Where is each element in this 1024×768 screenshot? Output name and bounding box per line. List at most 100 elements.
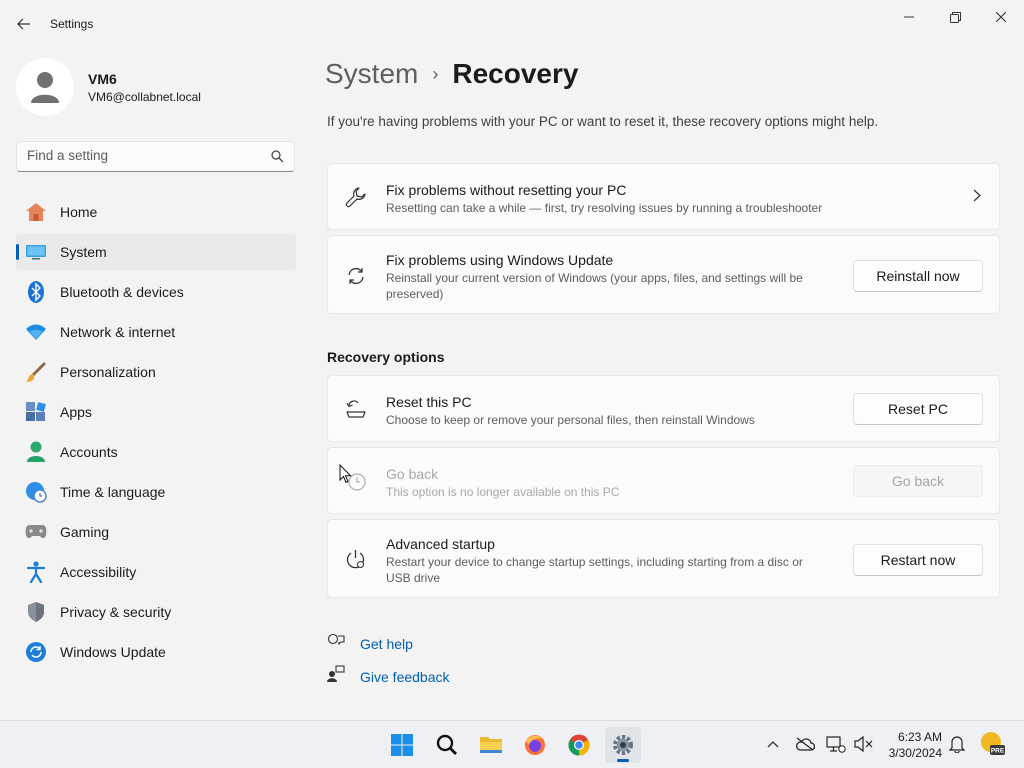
wrench-icon <box>344 185 368 209</box>
close-icon <box>996 12 1006 22</box>
give-feedback-link[interactable]: Give feedback <box>327 665 450 688</box>
apps-icon <box>25 401 47 423</box>
accessibility-icon <box>25 561 47 583</box>
insider-badge-icon[interactable]: PRE <box>980 731 1006 757</box>
volume-muted-icon[interactable] <box>853 733 875 755</box>
back-button[interactable] <box>10 10 38 38</box>
active-app-indicator <box>617 759 629 762</box>
bluetooth-icon <box>25 281 47 303</box>
accounts-icon <box>25 441 47 463</box>
onedrive-icon[interactable] <box>794 733 816 755</box>
firefox-button[interactable] <box>517 727 553 763</box>
minimize-icon <box>904 16 914 18</box>
notification-bell-icon[interactable] <box>946 733 968 755</box>
restore-button[interactable] <box>932 4 978 30</box>
chrome-icon <box>568 734 590 756</box>
file-explorer-button[interactable] <box>473 727 509 763</box>
folder-icon <box>480 737 502 753</box>
sidebar-item-personalization[interactable]: Personalization <box>16 354 296 390</box>
section-heading: Recovery options <box>327 349 445 365</box>
sidebar-item-gaming[interactable]: Gaming <box>16 514 296 550</box>
taskbar-search-button[interactable] <box>429 727 465 763</box>
card-title: Fix problems using Windows Update <box>386 252 614 268</box>
get-help-link[interactable]: Get help <box>327 632 413 655</box>
brush-icon <box>25 361 47 383</box>
sidebar-item-time-language[interactable]: Time & language <box>16 474 296 510</box>
go-back-button: Go back <box>853 465 983 497</box>
user-name: VM6 <box>88 70 117 87</box>
globe-clock-icon <box>25 481 47 503</box>
sync-icon <box>344 264 368 288</box>
user-profile[interactable]: VM6 VM6@collabnet.local <box>16 58 201 116</box>
clock-date: 3/30/2024 <box>888 746 942 760</box>
search-icon <box>436 734 457 755</box>
minimize-button[interactable] <box>886 4 932 30</box>
search-icon[interactable] <box>271 150 284 168</box>
user-icon <box>31 72 59 103</box>
windows-logo-icon <box>391 734 413 756</box>
close-button[interactable] <box>978 4 1024 30</box>
reinstall-now-button[interactable]: Reinstall now <box>853 260 983 292</box>
sidebar-item-system[interactable]: System <box>16 234 296 270</box>
chevron-right-icon <box>973 189 981 207</box>
start-button[interactable] <box>384 727 420 763</box>
reset-pc-card: Reset this PC Choose to keep or remove y… <box>327 375 1000 442</box>
wifi-icon <box>25 321 47 343</box>
update-icon <box>25 641 47 663</box>
chevron-up-icon[interactable] <box>762 733 784 755</box>
card-title: Go back <box>386 466 439 482</box>
title-bar: Settings <box>0 0 1024 48</box>
reset-pc-button[interactable]: Reset PC <box>853 393 983 425</box>
search-input[interactable] <box>27 148 267 163</box>
restore-icon <box>949 11 961 23</box>
system-clock[interactable]: 6:23 AM 3/30/2024 <box>880 729 942 761</box>
sidebar-item-network[interactable]: Network & internet <box>16 314 296 350</box>
firefox-icon <box>525 735 545 755</box>
shield-icon <box>25 601 47 623</box>
search-box[interactable] <box>16 141 295 172</box>
page-title: Recovery <box>452 58 579 89</box>
avatar <box>16 58 74 116</box>
sidebar-item-windows-update[interactable]: Windows Update <box>16 634 296 670</box>
back-arrow-icon <box>17 18 30 30</box>
sidebar-item-accounts[interactable]: Accounts <box>16 434 296 470</box>
help-icon <box>327 632 345 655</box>
card-description: Reinstall your current version of Window… <box>386 271 803 301</box>
page-description: If you're having problems with your PC o… <box>327 114 879 129</box>
clock-time: 6:23 AM <box>897 730 942 744</box>
chrome-button[interactable] <box>561 727 597 763</box>
sidebar-nav: Home System Bluetooth & devices Network … <box>16 194 296 674</box>
breadcrumb: System › Recovery <box>325 58 578 90</box>
sidebar-item-home[interactable]: Home <box>16 194 296 230</box>
go-back-card: Go back This option is no longer availab… <box>327 447 1000 514</box>
network-icon[interactable] <box>825 733 847 755</box>
system-icon <box>25 241 47 263</box>
sidebar-item-bluetooth[interactable]: Bluetooth & devices <box>16 274 296 310</box>
gear-icon <box>613 735 633 755</box>
advanced-startup-card: Advanced startup Restart your device to … <box>327 519 1000 598</box>
reset-pc-icon <box>344 397 368 421</box>
breadcrumb-parent[interactable]: System <box>325 58 418 90</box>
card-description: Restart your device to change startup se… <box>386 555 803 585</box>
sidebar-item-accessibility[interactable]: Accessibility <box>16 554 296 590</box>
gamepad-icon <box>25 521 47 543</box>
card-title: Advanced startup <box>386 536 495 552</box>
taskbar: 6:23 AM 3/30/2024 PRE <box>0 720 1024 768</box>
card-description: Choose to keep or remove your personal f… <box>386 413 755 427</box>
sidebar-item-privacy[interactable]: Privacy & security <box>16 594 296 630</box>
restart-now-button[interactable]: Restart now <box>853 544 983 576</box>
user-email: VM6@collabnet.local <box>88 89 201 104</box>
card-description: Resetting can take a while — first, try … <box>386 201 823 215</box>
mouse-cursor-icon <box>339 463 352 489</box>
troubleshoot-card[interactable]: Fix problems without resetting your PC R… <box>327 163 1000 230</box>
card-title: Reset this PC <box>386 394 472 410</box>
home-icon <box>25 201 47 223</box>
settings-app-button[interactable] <box>605 727 641 763</box>
sidebar-item-apps[interactable]: Apps <box>16 394 296 430</box>
power-settings-icon <box>344 548 368 572</box>
feedback-icon <box>327 665 345 688</box>
card-title: Fix problems without resetting your PC <box>386 182 627 198</box>
card-description: This option is no longer available on th… <box>386 485 620 499</box>
insider-badge-label: PRE <box>991 748 1005 755</box>
breadcrumb-separator: › <box>432 63 439 84</box>
